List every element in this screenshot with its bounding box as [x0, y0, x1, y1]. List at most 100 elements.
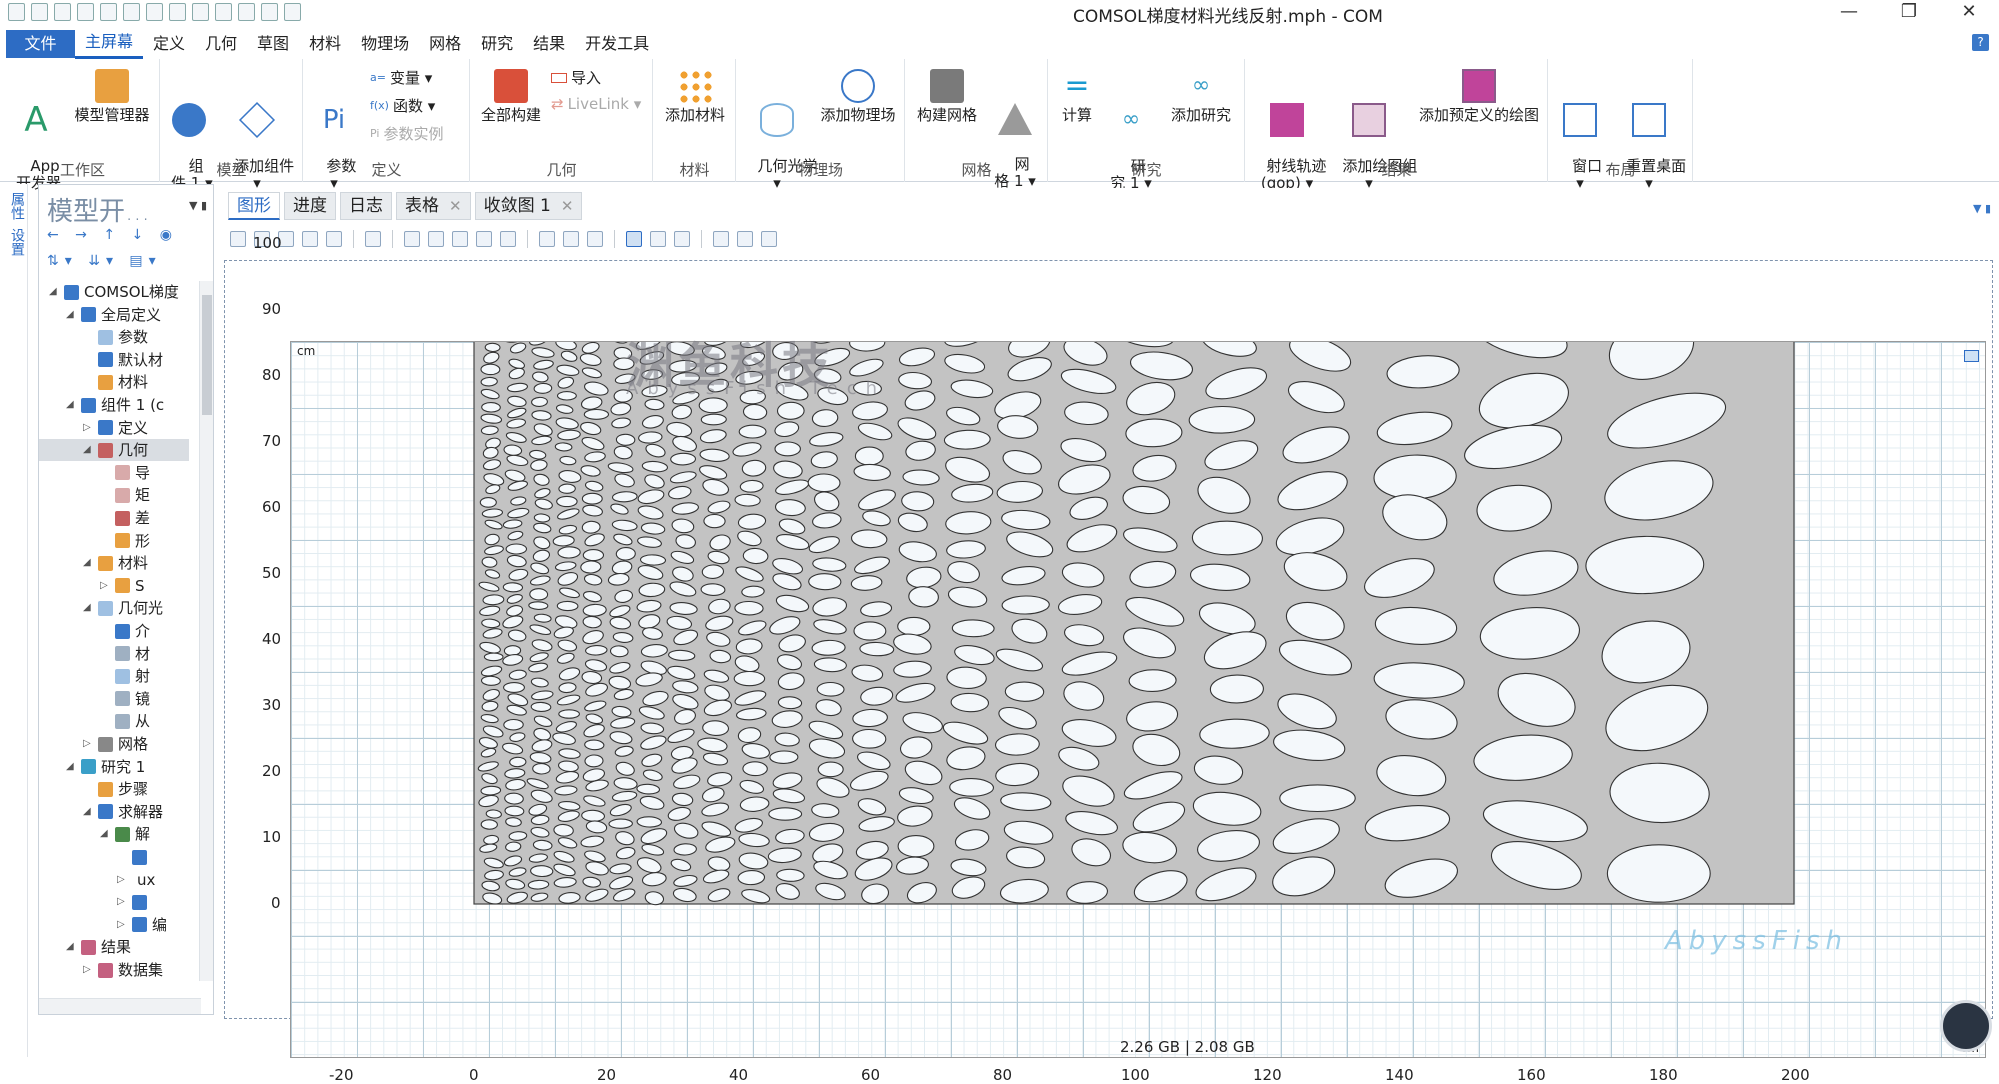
tree-node[interactable]: 射 [100, 665, 150, 687]
tree-node[interactable]: 镜 [100, 688, 150, 710]
add-material-button[interactable]: 添加材料 [658, 69, 732, 124]
pore-hole[interactable] [582, 493, 602, 504]
pore-hole[interactable] [743, 762, 768, 776]
view-icon[interactable] [587, 231, 603, 247]
paste-icon[interactable] [169, 3, 186, 21]
navigation-toolbar[interactable]: ← → ↑ ↓ ◉ [47, 227, 178, 243]
tree-node[interactable]: ▷网格 [83, 733, 148, 755]
pin-icon[interactable]: ▼ ▮ [189, 199, 207, 212]
tab-log[interactable]: 日志 [340, 192, 392, 220]
menu-results[interactable]: 结果 [523, 28, 575, 59]
pore-hole[interactable] [529, 601, 548, 609]
properties-tab[interactable]: 属性 [7, 192, 27, 220]
build-mesh-button[interactable]: 构建网格 [912, 69, 982, 124]
expand-toggle-icon[interactable]: ◢ [66, 936, 76, 958]
pore-hole[interactable] [504, 793, 523, 805]
parameter-case-button[interactable]: Pi参数实例 [370, 123, 443, 144]
tree-toolbar[interactable]: ⇅▾ ⇊▾ ▤▾ [47, 253, 162, 269]
pore-hole[interactable] [738, 870, 765, 885]
pore-hole[interactable] [775, 442, 800, 456]
minimize-button[interactable]: — [1819, 0, 1879, 26]
copy-icon[interactable] [146, 3, 163, 21]
tree-node[interactable]: 材料 [83, 371, 148, 393]
pore-hole[interactable] [585, 755, 603, 767]
menu-physics[interactable]: 物理场 [351, 28, 419, 59]
pore-hole[interactable] [1005, 682, 1044, 702]
zoom-selected-icon[interactable] [326, 231, 342, 247]
expand-toggle-icon[interactable]: ◢ [66, 394, 76, 416]
pore-hole[interactable] [485, 343, 500, 352]
pore-hole[interactable] [950, 778, 994, 796]
pore-hole[interactable] [701, 583, 725, 595]
compute-button[interactable]: = 计算 [1055, 69, 1099, 124]
pore-hole[interactable] [952, 620, 994, 638]
expand-toggle-icon[interactable]: ◢ [83, 801, 93, 823]
tree-node[interactable]: 矩 [100, 484, 150, 506]
add-study-button[interactable]: ∞ 添加研究 [1163, 69, 1239, 124]
close-icon[interactable]: ✕ [561, 192, 574, 220]
tab-table[interactable]: 表格✕ [396, 192, 471, 220]
pore-hole[interactable] [510, 757, 527, 767]
pore-hole[interactable] [640, 554, 665, 565]
tree-node[interactable]: ▷ux [117, 869, 155, 891]
pore-hole[interactable] [701, 414, 726, 425]
tree-node[interactable]: ▷编 [117, 914, 167, 936]
pore-hole[interactable] [558, 392, 577, 400]
tab-progress[interactable]: 进度 [284, 192, 336, 220]
help-icon[interactable]: ? [1972, 34, 1989, 51]
pore-hole[interactable] [481, 364, 500, 375]
menu-mesh[interactable]: 网格 [419, 28, 471, 59]
expand-toggle-icon[interactable]: ▷ [83, 417, 93, 439]
pore-hole[interactable] [557, 601, 578, 611]
tree-node[interactable]: ◢结果 [66, 936, 131, 958]
zoom-in-icon[interactable] [230, 231, 246, 247]
redo-icon[interactable] [123, 3, 140, 21]
pore-hole[interactable] [583, 550, 603, 561]
pore-hole[interactable] [481, 820, 498, 830]
pore-hole[interactable] [671, 453, 696, 465]
pore-hole[interactable] [776, 869, 804, 882]
tree-node[interactable]: ◢几何光 [83, 597, 163, 619]
tree-node[interactable]: 导 [100, 462, 150, 484]
find-icon[interactable] [284, 3, 301, 21]
menu-sketch[interactable]: 草图 [247, 28, 299, 59]
tree-node[interactable]: 差 [100, 507, 150, 529]
pore-hole[interactable] [898, 617, 930, 635]
tree-node[interactable] [117, 846, 152, 868]
zoom-extents-icon[interactable] [302, 231, 318, 247]
pore-hole[interactable] [559, 484, 576, 493]
select-boundaries-icon[interactable] [452, 231, 468, 247]
expand-toggle-icon[interactable]: ◢ [66, 756, 76, 778]
tree-node[interactable]: 形 [100, 530, 150, 552]
tree-node[interactable]: ▷S [100, 575, 145, 597]
expand-toggle-icon[interactable]: ▷ [117, 891, 127, 913]
screenshot-icon[interactable] [737, 231, 753, 247]
mesh1-button[interactable]: 网 格 1 ▾ [990, 69, 1040, 207]
pore-hole[interactable] [580, 560, 601, 573]
tree-node[interactable]: ▷ [117, 891, 152, 913]
tree-node[interactable]: 参数 [83, 326, 148, 348]
menu-home[interactable]: 主屏幕 [75, 28, 143, 59]
select-objects-icon[interactable] [404, 231, 420, 247]
pore-hole[interactable] [852, 729, 886, 748]
print-icon[interactable] [761, 231, 777, 247]
pore-hole[interactable] [817, 682, 844, 696]
tree-node[interactable]: ▷定义 [83, 417, 148, 439]
pore-hole[interactable] [558, 546, 581, 558]
menu-materials[interactable]: 材料 [299, 28, 351, 59]
expand-toggle-icon[interactable]: ▷ [117, 914, 127, 936]
pore-hole[interactable] [533, 763, 551, 774]
expand-toggle-icon[interactable]: ◢ [100, 823, 110, 845]
tree-node[interactable]: ◢COMSOL梯度 [49, 281, 179, 303]
pore-hole[interactable] [854, 622, 886, 640]
pore-hole[interactable] [504, 719, 524, 730]
pore-hole[interactable] [898, 836, 934, 857]
pore-hole[interactable] [1129, 669, 1176, 691]
add-physics-button[interactable]: 添加物理场 [817, 69, 899, 124]
menu-developer[interactable]: 开发工具 [575, 28, 659, 59]
scrollbar-thumb[interactable] [202, 295, 212, 415]
pore-hole[interactable] [770, 751, 798, 764]
pore-hole[interactable] [1002, 596, 1050, 615]
settings-tab[interactable]: 设置 [7, 228, 27, 256]
pore-hole[interactable] [1607, 845, 1710, 902]
